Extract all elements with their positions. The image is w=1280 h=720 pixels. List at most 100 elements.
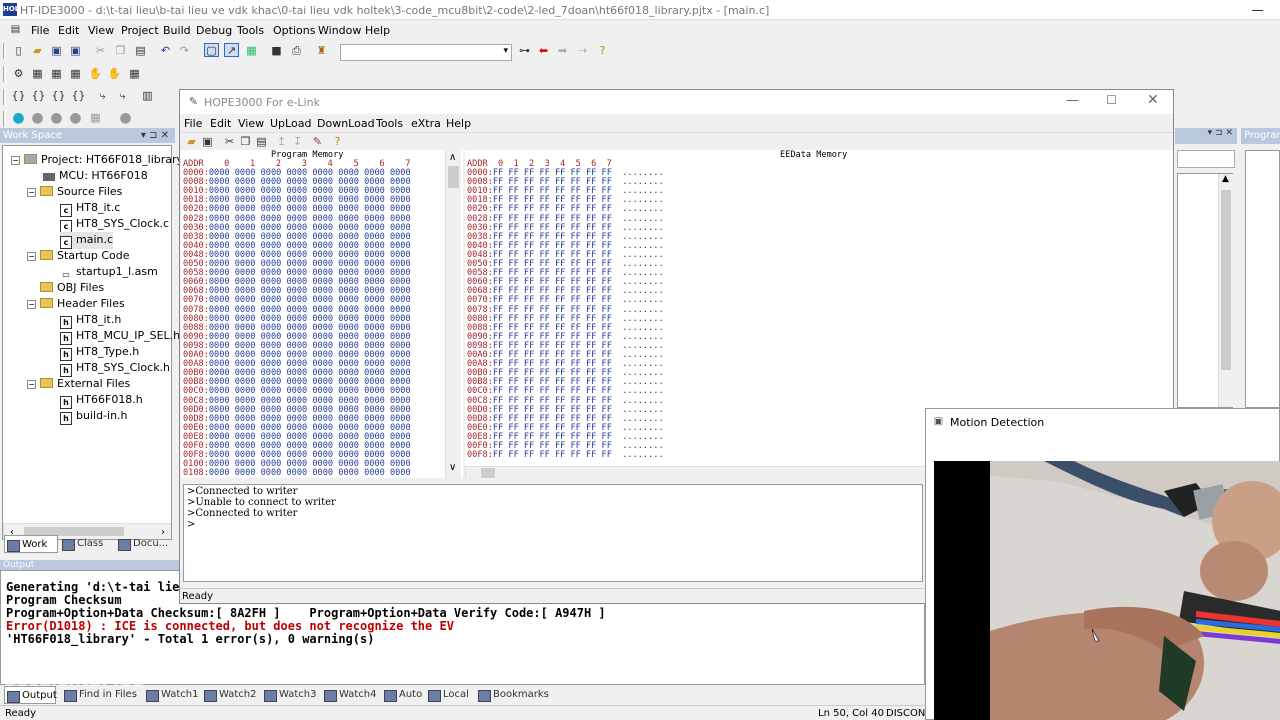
compile-icon[interactable]: ▦ (49, 67, 64, 81)
panel-controls-icon[interactable]: ▾ ⊐ ✕ (1208, 128, 1233, 138)
tree-file[interactable]: c HT8_it.c (60, 200, 120, 217)
collapse-icon[interactable]: − (27, 188, 36, 197)
toolbar-grip[interactable] (3, 111, 6, 127)
toolbar-grip[interactable] (3, 66, 6, 82)
row-values[interactable]: FF FF FF FF FF FF FF FF (493, 450, 622, 460)
toolbar-grip[interactable] (3, 43, 6, 59)
tab-class[interactable]: Class (60, 535, 103, 553)
pause-icon[interactable]: ● (49, 111, 64, 125)
tree-group-startup[interactable]: − Startup Code (27, 248, 129, 263)
tab-bookmarks[interactable]: Bookmarks (476, 686, 549, 704)
tree-file[interactable]: h build-in.h (60, 408, 128, 425)
save-all-icon[interactable]: ▣ (68, 44, 83, 58)
download-icon[interactable]: ↧ (290, 135, 305, 149)
copy-icon[interactable]: ❐ (238, 135, 253, 149)
copy-icon[interactable]: ❐ (113, 44, 128, 58)
breakpoint-icon[interactable]: ⤷ (95, 89, 110, 103)
layout-icon[interactable]: ▦ (244, 44, 259, 58)
tab-local[interactable]: Local (426, 686, 469, 704)
hope-menu-edit[interactable]: Edit (210, 117, 231, 130)
right-combo[interactable] (1177, 150, 1235, 168)
tree-file[interactable]: c HT8_SYS_Clock.c (60, 216, 169, 233)
build-icon[interactable]: ⚙ (11, 67, 26, 81)
tree-mcu[interactable]: MCU: HT66F018 (43, 168, 148, 183)
menu-view[interactable]: View (88, 24, 114, 37)
scroll-down-icon[interactable]: ∨ (449, 462, 456, 473)
tree-file-selected[interactable]: c main.c (60, 232, 114, 249)
tree-file[interactable]: h HT8_it.h (60, 312, 121, 329)
scroll-thumb[interactable] (448, 166, 459, 188)
collapse-icon[interactable]: − (11, 156, 20, 165)
reset-run-icon[interactable]: ● (68, 111, 83, 125)
tab-docu[interactable]: Docu... (116, 535, 168, 553)
hope-menu-help[interactable]: Help (446, 117, 471, 130)
paste-icon[interactable]: ▤ (254, 135, 269, 149)
open-folder-icon[interactable]: ▰ (30, 44, 45, 58)
close-icon[interactable]: ▾ ⊐ ✕ (141, 128, 169, 143)
program-memory-row[interactable]: 0108:0000 0000 0000 0000 0000 0000 0000 … (183, 469, 411, 478)
reset-icon[interactable]: ✋ (107, 67, 122, 81)
vertical-scrollbar[interactable]: ▲ (1218, 174, 1233, 407)
new-file-icon[interactable]: ▯ (11, 44, 26, 58)
tab-watch1[interactable]: Watch1 (144, 686, 199, 704)
menu-tools[interactable]: Tools (237, 24, 264, 37)
save-icon[interactable]: ▣ (200, 135, 215, 149)
menu-build[interactable]: Build (163, 24, 191, 37)
menu-options[interactable]: Options (273, 24, 315, 37)
run-icon[interactable]: ● (11, 111, 26, 125)
hand-icon[interactable]: ✋ (88, 67, 103, 81)
collapse-icon[interactable]: − (27, 380, 36, 389)
hope-maximize-button[interactable]: ☐ (1106, 93, 1117, 107)
toolbar-grip[interactable] (3, 89, 6, 105)
collapse-icon[interactable]: − (27, 252, 36, 261)
menu-file[interactable]: File (31, 24, 49, 37)
minimize-button[interactable] (1243, 2, 1273, 18)
upload-icon[interactable]: ↥ (274, 135, 289, 149)
trash-icon[interactable]: ▥ (140, 89, 155, 103)
tree-file[interactable]: h HT8_MCU_IP_SEL.h (60, 328, 180, 345)
write-icon[interactable]: ✎ (310, 135, 325, 149)
hope-menu-tools[interactable]: Tools (376, 117, 403, 130)
tree-file[interactable]: h HT8_Type.h (60, 344, 139, 361)
tree-group-obj[interactable]: OBJ Files (40, 280, 104, 295)
bookmark-icon[interactable]: ♜ (314, 44, 329, 58)
help-icon[interactable]: ? (595, 44, 610, 58)
print-icon[interactable]: ⎙ (289, 44, 304, 58)
tab-work[interactable]: Work (4, 535, 58, 553)
tab-watch3[interactable]: Watch3 (262, 686, 317, 704)
find-combo[interactable] (340, 44, 512, 61)
scroll-thumb[interactable] (481, 468, 495, 478)
document-icon[interactable]: ▤ (8, 23, 23, 37)
tab-auto[interactable]: Auto (382, 686, 422, 704)
tree-group-source[interactable]: − Source Files (27, 184, 122, 199)
collapse-icon[interactable]: − (27, 300, 36, 309)
hope-menu-extra[interactable]: eXtra (411, 117, 441, 130)
window-icon[interactable]: ▢ (204, 43, 219, 57)
redo-icon[interactable]: ↷ (177, 44, 192, 58)
hope-menu-file[interactable]: File (184, 117, 202, 130)
step-out-icon[interactable]: {} (51, 89, 66, 103)
tree-file[interactable]: h HT8_SYS_Clock.h (60, 360, 170, 377)
step-over-icon[interactable]: {} (31, 89, 46, 103)
tree-file[interactable]: h HT66F018.h (60, 392, 143, 409)
clear-breakpoint-icon[interactable]: ⤷ (115, 89, 130, 103)
tree-project[interactable]: − Project: HT66F018_library (* (11, 152, 196, 167)
hope-menu-upload[interactable]: UpLoad (270, 117, 311, 130)
forward-arrow-icon[interactable]: ➡ (555, 44, 570, 58)
stop-icon[interactable]: ■ (269, 44, 284, 58)
rebuild-icon[interactable]: ▦ (30, 67, 45, 81)
download-icon[interactable]: ▦ (68, 67, 83, 81)
hope-close-button[interactable]: ✕ (1147, 92, 1159, 108)
cursor-icon[interactable]: ↗ (224, 43, 239, 57)
scroll-thumb[interactable] (1221, 190, 1231, 370)
cut-icon[interactable]: ✂ (93, 44, 108, 58)
menu-window[interactable]: Window (318, 24, 361, 37)
options-icon[interactable]: ▦ (127, 67, 142, 81)
binoculars-icon[interactable]: ⊶ (517, 44, 532, 58)
memory-icon[interactable]: ▦ (88, 111, 103, 125)
eeprom-memory-row[interactable]: 00F8:FF FF FF FF FF FF FF FF ........ (467, 451, 664, 460)
save-icon[interactable]: ▣ (49, 44, 64, 58)
tree-group-external[interactable]: − External Files (27, 376, 130, 391)
menu-edit[interactable]: Edit (58, 24, 79, 37)
trace-icon[interactable]: ● (118, 111, 133, 125)
